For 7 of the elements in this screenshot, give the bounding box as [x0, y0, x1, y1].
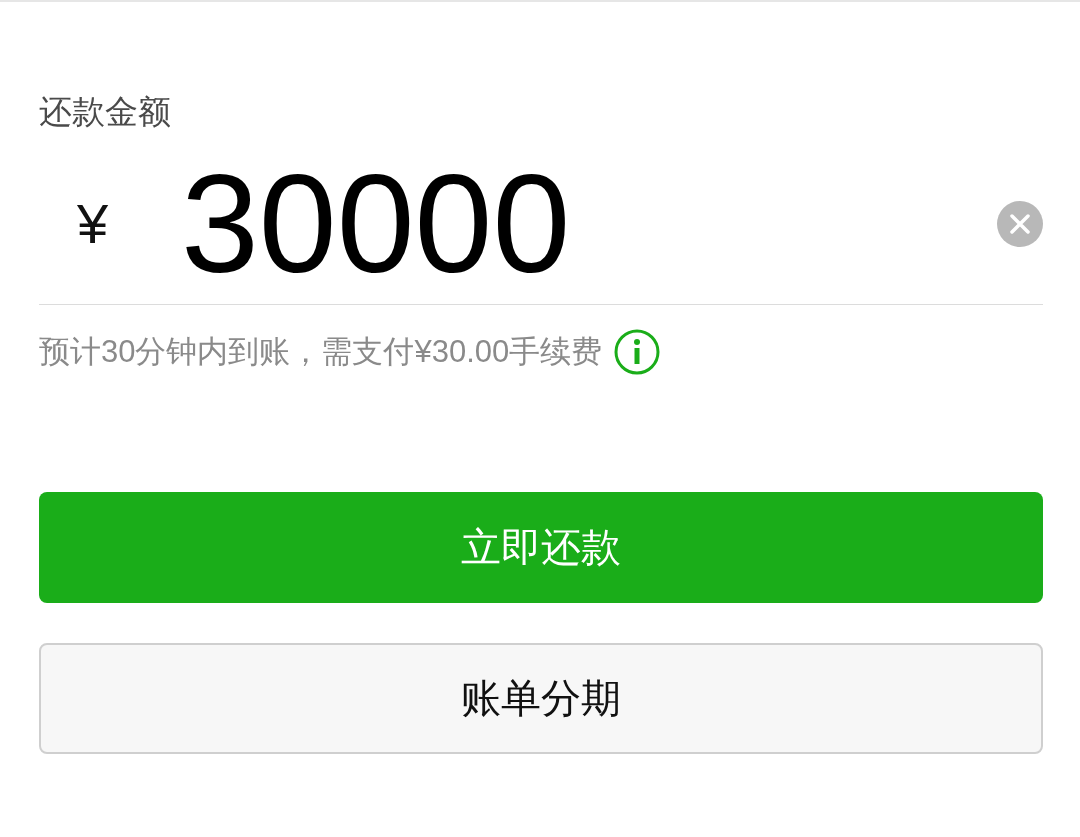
info-icon[interactable] [614, 329, 661, 375]
fee-note: 预计30分钟内到账，需支付¥30.00手续费 [39, 333, 603, 371]
currency-symbol: ¥ [77, 194, 110, 254]
amount-label: 还款金额 [39, 92, 171, 132]
amount-field[interactable]: 30000 [181, 149, 881, 299]
clear-icon[interactable] [997, 201, 1043, 247]
installment-button[interactable]: 账单分期 [39, 643, 1043, 754]
